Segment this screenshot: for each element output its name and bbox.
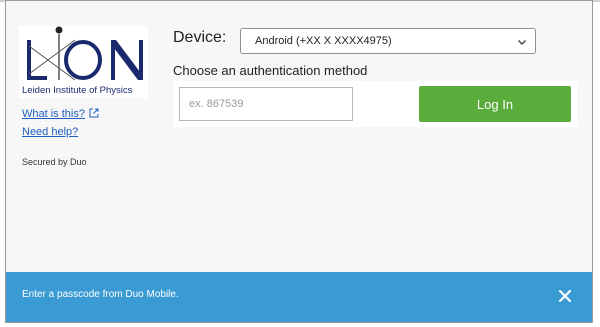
secured-by-duo-text: Secured by Duo (22, 157, 87, 167)
message-banner: Enter a passcode from Duo Mobile. (6, 272, 592, 322)
passcode-input[interactable] (179, 87, 353, 121)
close-icon[interactable] (558, 289, 572, 303)
external-link-icon (89, 108, 99, 118)
logo-caption: Leiden Institute of Physics (22, 85, 133, 96)
chevron-down-icon (518, 40, 526, 45)
banner-message: Enter a passcode from Duo Mobile. (22, 289, 179, 300)
passcode-row: Log In (173, 81, 577, 127)
choose-method-label: Choose an authentication method (173, 63, 368, 78)
log-in-button[interactable]: Log In (419, 86, 571, 122)
need-help-link[interactable]: Need help? (22, 126, 78, 138)
device-label: Device: (173, 29, 227, 46)
device-select[interactable]: Android (+XX X XXXX4975) (240, 28, 536, 54)
what-is-this-link[interactable]: What is this? (22, 108, 99, 120)
duo-prompt-frame: Leiden Institute of Physics What is this… (5, 0, 593, 323)
device-select-value: Android (+XX X XXXX4975) (255, 35, 392, 47)
what-is-this-label: What is this? (22, 108, 85, 120)
